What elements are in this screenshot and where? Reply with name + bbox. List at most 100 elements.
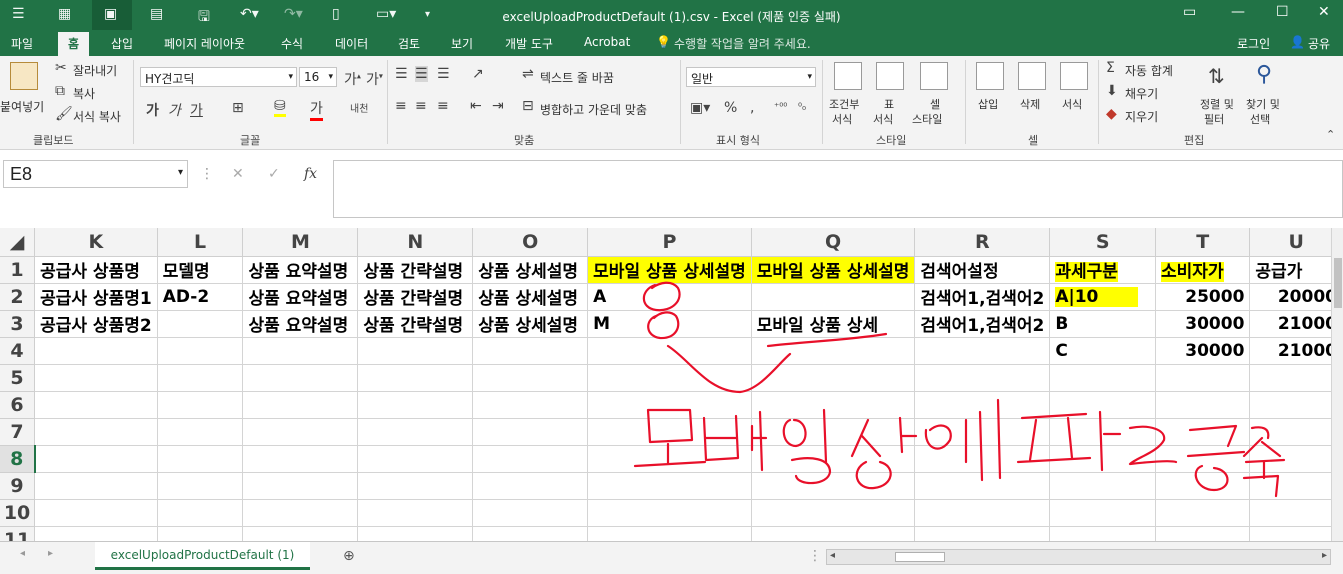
cell[interactable] (914, 526, 1051, 541)
align-right-icon[interactable]: ≡ (437, 98, 449, 114)
cell[interactable]: C (1049, 337, 1157, 365)
cell[interactable] (157, 310, 244, 338)
cell[interactable] (157, 526, 244, 541)
column-header[interactable]: L (157, 228, 244, 257)
cell[interactable] (1249, 472, 1343, 500)
cell[interactable] (34, 445, 158, 473)
cell[interactable]: AD-2 (157, 283, 244, 311)
cell[interactable] (1155, 526, 1251, 541)
cell[interactable] (157, 364, 244, 392)
fill-color-icon[interactable]: ⛁ (274, 98, 286, 117)
paste-icon[interactable] (10, 62, 38, 90)
delete-cells-icon[interactable] (1018, 62, 1046, 90)
cell[interactable] (34, 499, 158, 527)
column-header[interactable]: P (587, 228, 752, 257)
row-header[interactable]: 11 (0, 526, 36, 541)
align-top-icon[interactable]: ☰ (395, 66, 408, 82)
cell[interactable] (34, 472, 158, 500)
column-header[interactable]: Q (751, 228, 916, 257)
table-format-sub[interactable]: 서식 (873, 111, 893, 127)
decrease-indent-icon[interactable]: ⇤ (470, 98, 482, 114)
cell[interactable] (242, 337, 359, 365)
cell[interactable] (1049, 364, 1157, 392)
cell[interactable] (1049, 499, 1157, 527)
font-name-dropdown[interactable]: HY견고딕 ▾ (140, 67, 297, 87)
cell[interactable]: 공급사 상품명 (34, 256, 158, 284)
underline-icon[interactable]: 가 (190, 100, 203, 120)
column-header[interactable]: T (1155, 228, 1251, 257)
tab-home[interactable]: 홈 (58, 32, 90, 56)
row-header[interactable]: 2 (0, 283, 36, 311)
cell[interactable]: 30000 (1155, 310, 1251, 338)
cell[interactable]: 상품 간략설명 (357, 256, 474, 284)
cell[interactable]: 25000 (1155, 283, 1251, 311)
cell[interactable] (1049, 418, 1157, 446)
cell[interactable]: 모바일 상품 상세설명 (751, 256, 916, 284)
cell[interactable] (157, 445, 244, 473)
cell[interactable] (1249, 364, 1343, 392)
column-header[interactable]: U (1249, 228, 1343, 257)
minimize-icon[interactable]: — (1231, 4, 1245, 20)
autosum-button[interactable]: 자동 합계 (1125, 62, 1173, 79)
chevron-right-icon[interactable]: ▸ (48, 548, 53, 559)
cell[interactable] (157, 472, 244, 500)
cell[interactable] (472, 337, 589, 365)
worksheet-grid[interactable]: ◢ K L M N O P Q R S T U 1 공급사 상품명 모델명 상품… (0, 228, 1343, 541)
cell[interactable] (914, 364, 1051, 392)
cell[interactable] (587, 445, 752, 473)
sort-filter-icon[interactable]: ⇅ (1208, 64, 1225, 88)
cell[interactable]: 과세구분 (1049, 256, 1157, 284)
cell[interactable] (1155, 418, 1251, 446)
cell[interactable] (357, 472, 474, 500)
cell[interactable] (1155, 499, 1251, 527)
cell[interactable] (34, 526, 158, 541)
column-header[interactable]: S (1049, 228, 1157, 257)
sort-filter-sub[interactable]: 필터 (1204, 111, 1224, 127)
tab-developer[interactable]: 개발 도구 (505, 35, 553, 52)
fx-icon[interactable]: fx (304, 166, 317, 182)
cell[interactable] (472, 391, 589, 419)
phonetic-icon[interactable]: 내천 (350, 100, 368, 115)
cell[interactable] (1155, 391, 1251, 419)
column-header[interactable]: N (357, 228, 474, 257)
scroll-left-icon[interactable]: ◂ (830, 550, 835, 561)
increase-indent-icon[interactable]: ⇥ (492, 98, 504, 114)
enter-icon[interactable]: ✓ (268, 166, 280, 182)
table-format-label[interactable]: 표 (884, 96, 894, 112)
cell[interactable] (357, 418, 474, 446)
tab-view[interactable]: 보기 (451, 35, 473, 52)
cell[interactable] (34, 391, 158, 419)
cell[interactable]: 상품 상세설명 (472, 310, 589, 338)
cell[interactable] (34, 418, 158, 446)
tab-data[interactable]: 데이터 (335, 35, 368, 52)
cell[interactable]: 21000 (1249, 310, 1343, 338)
formula-input[interactable] (333, 160, 1343, 218)
cell[interactable]: 검색어1,검색어2 (914, 310, 1051, 338)
merge-center-button[interactable]: 병합하고 가운데 맞춤 (540, 101, 647, 118)
cell[interactable]: 상품 요약설명 (242, 256, 359, 284)
share-button[interactable]: 공유 (1308, 35, 1330, 52)
cell[interactable]: 공급가 (1249, 256, 1343, 284)
align-bottom-icon[interactable]: ☰ (437, 66, 450, 82)
row-header[interactable]: 9 (0, 472, 36, 500)
cell[interactable] (587, 418, 752, 446)
cell[interactable] (34, 337, 158, 365)
cell-styles-sub[interactable]: 스타일 (912, 111, 942, 127)
cell[interactable] (357, 391, 474, 419)
tab-insert[interactable]: 삽입 (111, 35, 133, 52)
chevron-left-icon[interactable]: ◂ (20, 548, 25, 559)
row-header[interactable]: 10 (0, 499, 36, 527)
cell[interactable] (242, 526, 359, 541)
cell[interactable] (157, 418, 244, 446)
cell[interactable] (242, 364, 359, 392)
orientation-icon[interactable]: ↗ (472, 66, 484, 82)
cell[interactable] (1249, 418, 1343, 446)
brush-icon[interactable]: 🖌 (55, 106, 73, 122)
cell[interactable] (357, 499, 474, 527)
delete-cells-button[interactable]: 삭제 (1020, 96, 1040, 112)
cell[interactable] (914, 418, 1051, 446)
cell[interactable] (914, 391, 1051, 419)
cell[interactable] (357, 364, 474, 392)
cell[interactable] (242, 472, 359, 500)
row-header[interactable]: 1 (0, 256, 36, 284)
